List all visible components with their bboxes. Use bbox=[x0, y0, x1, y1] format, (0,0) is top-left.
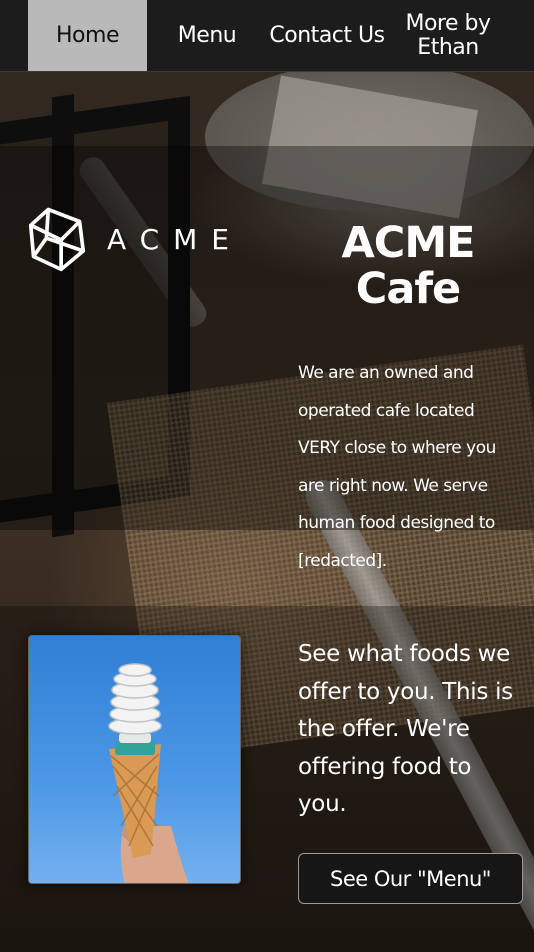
logo-wordmark: ACME bbox=[106, 222, 243, 256]
nav-home-link[interactable]: Home bbox=[28, 0, 147, 71]
offer-text: See what foods we offer to you. This is … bbox=[298, 641, 513, 817]
lightbulb-cone-image bbox=[28, 635, 241, 884]
cafe-description: We are an owned and operated cafe locate… bbox=[298, 363, 496, 571]
top-nav: Home Menu Contact Us More by Ethan bbox=[0, 0, 534, 72]
nav-menu-link[interactable]: Menu bbox=[160, 0, 254, 71]
nav-contact-link[interactable]: Contact Us bbox=[262, 0, 392, 71]
acme-logo: ACME bbox=[28, 203, 243, 275]
nav-more-by-ethan-link[interactable]: More by Ethan bbox=[398, 0, 498, 71]
page-title: ACME Cafe bbox=[341, 218, 476, 314]
see-menu-button[interactable]: See Our "Menu" bbox=[298, 853, 523, 904]
overlay-top bbox=[0, 72, 534, 146]
cube-icon bbox=[28, 207, 86, 272]
